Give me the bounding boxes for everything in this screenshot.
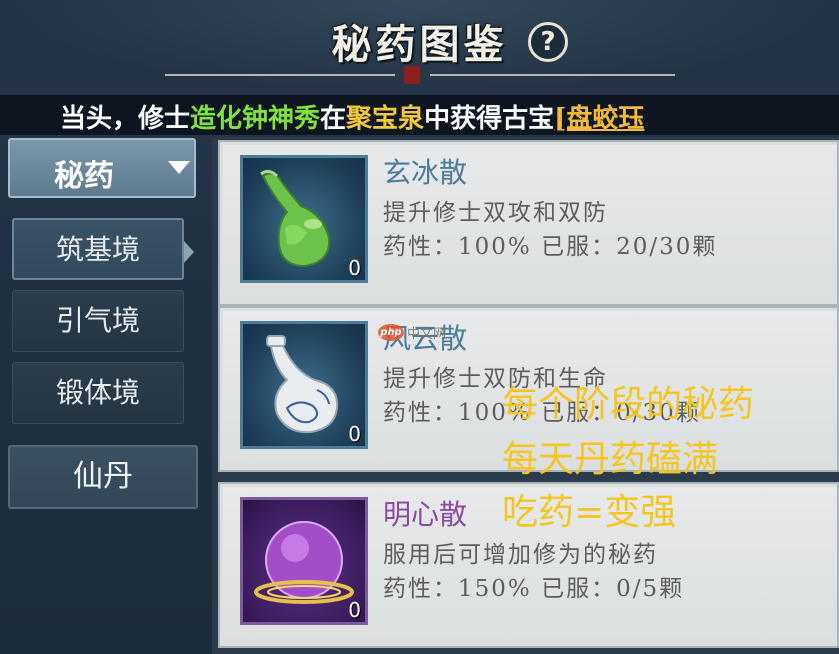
annotation-line-2: 每天丹药磕满: [502, 439, 719, 480]
watermark-text: 中文网: [407, 326, 447, 342]
potency-label: 药性：: [383, 234, 458, 260]
category-dropdown[interactable]: 秘药: [8, 138, 196, 198]
item-count: 0: [348, 256, 361, 280]
ticker-mid1: 在: [320, 104, 347, 134]
ticker-mid2: 中获得古宝: [424, 104, 555, 134]
annotation-line-3: 吃药=变强: [502, 492, 677, 533]
medicine-icon-frame: 0: [240, 321, 368, 449]
ticker-message: 当头，修士造化钟神秀在聚宝泉中获得古宝[盘蛟珏: [60, 98, 644, 135]
ticker-location: 聚宝泉: [346, 104, 425, 134]
nav-item-zhuji[interactable]: 筑基境: [12, 218, 184, 280]
medicine-stats: 药性：150% 已服：0/5颗: [383, 569, 684, 603]
medicine-card[interactable]: 0 玄冰散 提升修士双攻和双防 药性：100% 已服：20/30颗: [218, 140, 839, 306]
watermark-logo: php: [378, 323, 404, 341]
category-dropdown-label: 秘药: [54, 159, 114, 194]
medicine-icon-frame: 0: [240, 497, 368, 625]
chevron-down-icon: [168, 161, 190, 174]
medicine-description: 服用后可增加修为的秘药: [383, 542, 658, 568]
watermark: php 中文网: [378, 320, 446, 344]
title-divider-left: [165, 74, 395, 76]
potency-value: 100%: [458, 234, 532, 260]
header-bar: 秘药图鉴 ?: [0, 0, 839, 95]
card-body: 0 玄冰散 提升修士双攻和双防 药性：100% 已服：20/30颗: [223, 145, 837, 301]
taken-label: 已服：: [541, 234, 617, 260]
announcement-ticker: 当头，修士造化钟神秀在聚宝泉中获得古宝[盘蛟珏: [0, 95, 839, 135]
taken-value: 20/30颗: [616, 234, 718, 260]
help-button[interactable]: ?: [528, 22, 568, 62]
medicine-name: 明心散: [383, 498, 468, 531]
item-count: 0: [348, 598, 361, 622]
ticker-player-name: 造化钟神秀: [190, 104, 321, 134]
page-title: 秘药图鉴: [331, 21, 508, 68]
ticker-item-link[interactable]: [盘蛟珏: [554, 104, 644, 134]
medicine-description: 提升修士双攻和双防: [383, 200, 608, 226]
medicine-name: 玄冰散: [383, 156, 468, 189]
item-count: 0: [348, 422, 361, 446]
potency-label: 药性：: [383, 400, 458, 426]
white-porcelain-vase-icon: [266, 335, 339, 434]
annotation-line-1: 每个阶段的秘药: [502, 384, 755, 425]
title-divider-right: [430, 74, 675, 76]
green-gourd-bottle-icon: [260, 169, 331, 268]
medicine-icon-frame: 0: [240, 155, 368, 283]
active-indicator-arrow-icon: [184, 241, 194, 263]
nav-item-duanti[interactable]: 锻体境: [12, 362, 184, 424]
potency-label: 药性：: [383, 576, 458, 602]
purple-orb-icon: [254, 521, 354, 604]
nav-item-yinqi[interactable]: 引气境: [12, 290, 184, 352]
potency-value: 150%: [458, 576, 532, 602]
nav-item-xiandan[interactable]: 仙丹: [8, 445, 198, 509]
red-seal-icon: [404, 66, 420, 84]
ticker-prefix: 当头，修士: [60, 104, 191, 134]
taken-label: 已服：: [541, 576, 617, 602]
taken-value: 0/5颗: [616, 576, 685, 602]
medicine-stats: 药性：100% 已服：20/30颗: [383, 227, 717, 261]
